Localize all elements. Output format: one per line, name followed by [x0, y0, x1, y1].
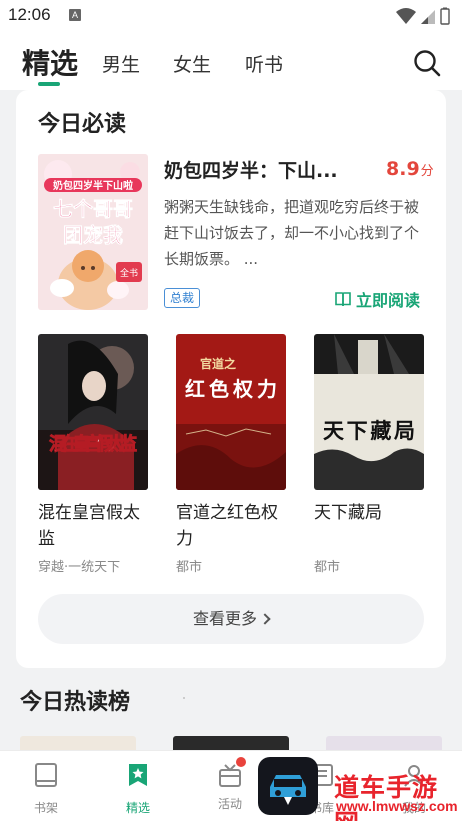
hot-list-title: 今日热读榜 — [20, 690, 131, 715]
top-tab-bar: 精选 男生 女生 听书 — [0, 32, 462, 90]
featured-book-cover[interactable]: 奶包四岁半下山啦 七个哥哥 团宠我 全书 — [38, 154, 148, 310]
book-cover: 混在皇宫假太监 — [38, 334, 148, 490]
hot-book-cover-peek[interactable] — [20, 736, 136, 750]
notification-icon: A — [69, 9, 81, 21]
view-more-button[interactable]: 查看更多 — [38, 594, 424, 644]
divider-dot — [183, 697, 185, 699]
active-tab-indicator — [38, 82, 60, 86]
book-item[interactable]: 天下藏局 天下藏局 — [314, 334, 426, 526]
book-category: 都市 — [176, 560, 203, 575]
chevron-right-icon — [259, 613, 271, 625]
featured-book-score: 8.9分 — [386, 158, 434, 180]
book-category: 都市 — [314, 560, 341, 575]
tab-audio[interactable]: 听书 — [245, 50, 283, 77]
nav-featured[interactable]: 精选 — [108, 761, 168, 816]
book-cover-title: 混在皇宫假太监 — [49, 433, 137, 455]
tab-featured[interactable]: 精选 — [22, 42, 78, 82]
nav-bookshelf[interactable]: 书架 — [16, 761, 76, 816]
read-now-label: 立即阅读 — [356, 291, 421, 310]
featured-book-description: 粥粥天生缺钱命，把道观吃穷后终于被赶下山讨饭去了，却一不小心找到了个长期饭票。 … — [164, 198, 420, 268]
book-category: 穿越·一统天下 — [38, 560, 121, 575]
gift-icon — [216, 757, 246, 789]
tab-female[interactable]: 女生 — [173, 50, 211, 77]
signal-battery-icons — [396, 7, 450, 25]
nav-label: 精选 — [125, 801, 150, 815]
tab-male[interactable]: 男生 — [102, 50, 140, 77]
score-value: 8.9 — [386, 158, 420, 180]
nav-activity[interactable]: 活动 — [200, 757, 260, 812]
book-item[interactable]: 官道之 红色权力 官道之红色权力 — [176, 334, 288, 552]
nav-label: 书架 — [33, 801, 58, 815]
book-cover-subtitle: 官道之 — [200, 356, 236, 371]
book-cover: 天下藏局 — [314, 334, 424, 490]
featured-book-tag[interactable]: 总裁 — [164, 288, 200, 308]
watermark-logo — [258, 757, 318, 815]
featured-cover-title: 奶包四岁半下山啦 — [53, 179, 133, 192]
notification-badge — [236, 757, 246, 767]
hot-book-cover-peek[interactable] — [326, 736, 442, 750]
search-icon[interactable] — [412, 48, 442, 78]
featured-cover-line1: 七个哥哥 — [53, 197, 133, 221]
book-title: 混在皇宫假太监 — [38, 503, 140, 549]
open-book-icon — [335, 292, 351, 307]
featured-cover-badge: 全书 — [120, 267, 138, 279]
nav-label: 活动 — [217, 797, 242, 811]
book-title: 官道之红色权力 — [176, 503, 278, 549]
featured-cover-line2: 团宠我 — [63, 223, 123, 247]
read-now-button[interactable]: 立即阅读 — [334, 288, 420, 310]
featured-icon — [129, 764, 147, 786]
bookshelf-icon — [35, 763, 57, 787]
status-time: 12:06 — [8, 5, 51, 24]
hot-book-cover-peek[interactable] — [173, 736, 289, 750]
book-title: 天下藏局 — [314, 503, 382, 523]
featured-book-title[interactable]: 奶包四岁半：下山... — [164, 156, 364, 183]
book-item[interactable]: 混在皇宫假太监 混在皇宫假太监 — [38, 334, 150, 552]
daily-reads-card: 今日必读 奶包四岁半下山啦 七个哥哥 团宠我 全书 奶包四岁半：下山... 8.… — [16, 90, 446, 668]
view-more-label: 查看更多 — [192, 609, 257, 628]
score-unit: 分 — [420, 164, 434, 179]
section-title: 今日必读 — [38, 112, 127, 137]
book-cover: 官道之 红色权力 — [176, 334, 286, 490]
watermark-url: www.lmwwsz.com — [336, 798, 458, 814]
status-bar: 12:06 A — [0, 0, 462, 32]
